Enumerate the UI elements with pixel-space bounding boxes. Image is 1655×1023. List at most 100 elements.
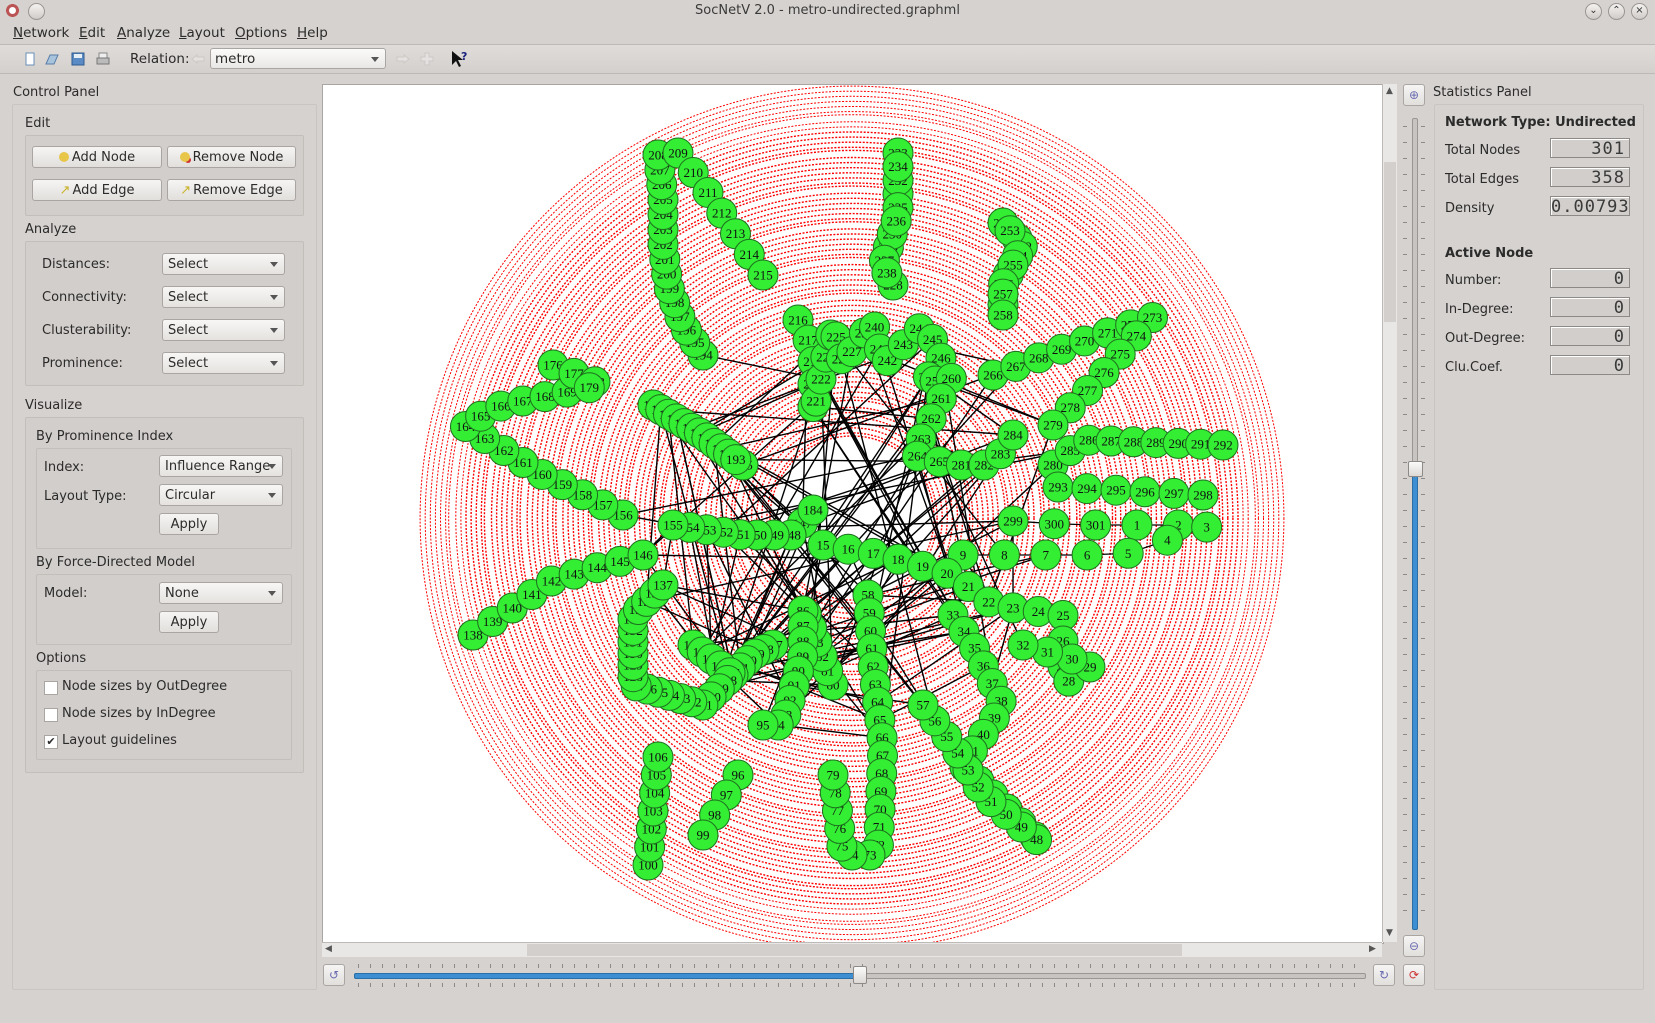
- node-label: 279: [1043, 418, 1063, 433]
- graph-node[interactable]: 258: [987, 299, 1019, 331]
- arrow-right-icon[interactable]: [395, 51, 411, 67]
- maximize-button[interactable]: ⌃: [1608, 3, 1625, 20]
- number-label: Number:: [1445, 273, 1502, 288]
- graph-node[interactable]: 6: [1071, 539, 1103, 571]
- menu-edit[interactable]: Edit: [79, 25, 105, 41]
- prominence-select[interactable]: Select: [162, 352, 285, 374]
- remove-edge-button[interactable]: ↗ Remove Edge: [167, 179, 296, 201]
- rotate-left-button[interactable]: ↺: [323, 964, 345, 986]
- print-icon[interactable]: [95, 51, 111, 67]
- graph-node[interactable]: 300: [1038, 508, 1070, 540]
- node-label: 184: [803, 503, 823, 518]
- horizontal-scrollbar[interactable]: ◀ ▶: [322, 942, 1382, 957]
- node-label: 300: [1045, 516, 1065, 531]
- graph-node[interactable]: 295: [1100, 474, 1132, 506]
- menu-options[interactable]: Options: [235, 25, 287, 41]
- graph-svg[interactable]: 1234567891516171819202122232425262728293…: [323, 85, 1383, 943]
- force-apply-button[interactable]: Apply: [159, 611, 219, 633]
- graph-node[interactable]: 298: [1187, 479, 1219, 511]
- remove-node-button[interactable]: Remove Node: [167, 146, 296, 168]
- indegree-checkbox[interactable]: [44, 708, 58, 722]
- graph-node[interactable]: 301: [1080, 509, 1112, 541]
- graph-node[interactable]: 155: [657, 509, 689, 541]
- open-folder-icon[interactable]: [44, 51, 60, 67]
- graph-canvas[interactable]: 1234567891516171819202122232425262728293…: [322, 84, 1384, 944]
- tick: [790, 983, 791, 987]
- tick: [466, 983, 467, 987]
- graph-node[interactable]: 215: [747, 259, 779, 291]
- graph-node[interactable]: 106: [642, 741, 674, 773]
- tick: [574, 964, 575, 968]
- minimize-button[interactable]: ⌄: [1585, 3, 1602, 20]
- graph-node[interactable]: 236: [880, 205, 912, 237]
- graph-node[interactable]: 146: [627, 539, 659, 571]
- graph-node[interactable]: 8: [988, 539, 1020, 571]
- graph-node[interactable]: 3: [1191, 511, 1223, 543]
- graph-node[interactable]: 7: [1030, 539, 1062, 571]
- relation-select[interactable]: metro: [210, 48, 386, 69]
- graph-node[interactable]: 137: [647, 569, 679, 601]
- connectivity-select[interactable]: Select: [162, 286, 285, 308]
- distances-select[interactable]: Select: [162, 253, 285, 275]
- graph-node[interactable]: 184: [797, 494, 829, 526]
- layout-type-select[interactable]: Circular: [159, 484, 283, 506]
- graph-node[interactable]: 284: [997, 419, 1029, 451]
- menu-analyze[interactable]: Analyze: [117, 25, 170, 41]
- node-label: 145: [610, 554, 630, 569]
- graph-node[interactable]: 279: [1037, 409, 1069, 441]
- prominence-apply-button[interactable]: Apply: [159, 513, 219, 535]
- reset-button[interactable]: ⟳: [1403, 964, 1425, 986]
- menu-help[interactable]: Help: [297, 25, 328, 41]
- graph-node[interactable]: 234: [882, 151, 914, 183]
- clusterability-select[interactable]: Select: [162, 319, 285, 341]
- vertical-scroll-thumb[interactable]: [1384, 162, 1396, 322]
- add-edge-button[interactable]: ↗ Add Edge: [32, 179, 162, 201]
- scroll-down-icon[interactable]: ▼: [1386, 928, 1393, 938]
- graph-node[interactable]: 57: [907, 689, 939, 721]
- zoom-in-button[interactable]: ⊕: [1403, 84, 1425, 106]
- graph-node[interactable]: 79: [817, 759, 849, 791]
- tick: [1102, 983, 1103, 987]
- plus-icon[interactable]: [419, 51, 435, 67]
- horizontal-scroll-thumb[interactable]: [527, 944, 1182, 956]
- layout-guidelines-checkbox[interactable]: ✔: [44, 735, 58, 749]
- graph-node[interactable]: 299: [997, 505, 1029, 537]
- new-file-icon[interactable]: [22, 51, 38, 67]
- graph-node[interactable]: 296: [1129, 476, 1161, 508]
- graph-node[interactable]: 294: [1071, 473, 1103, 505]
- model-select[interactable]: None: [159, 582, 283, 604]
- scroll-right-icon[interactable]: ▶: [1369, 944, 1376, 954]
- arrow-left-icon[interactable]: [190, 51, 206, 67]
- graph-node[interactable]: 193: [720, 444, 752, 476]
- menu-layout[interactable]: Layout: [179, 25, 225, 41]
- graph-node[interactable]: 238: [871, 257, 903, 289]
- node-label: 28: [1062, 674, 1075, 689]
- index-select[interactable]: Influence Range: [159, 455, 283, 477]
- rotation-slider-handle[interactable]: [853, 966, 867, 984]
- outdegree-checkbox[interactable]: [44, 681, 58, 695]
- rotate-right-button[interactable]: ↻: [1373, 964, 1395, 986]
- graph-node[interactable]: 95: [747, 709, 779, 741]
- graph-node[interactable]: 99: [687, 819, 719, 851]
- graph-node[interactable]: 1: [1121, 509, 1153, 541]
- graph-node[interactable]: 292: [1207, 429, 1239, 461]
- graph-node[interactable]: 179: [573, 372, 605, 404]
- close-button[interactable]: ×: [1631, 3, 1648, 20]
- density-label: Density: [1445, 201, 1495, 216]
- vertical-scrollbar[interactable]: ▲ ▼: [1382, 84, 1397, 942]
- zoom-slider-handle[interactable]: [1408, 461, 1423, 477]
- menu-network[interactable]: Network: [13, 25, 69, 41]
- graph-node[interactable]: 4: [1151, 524, 1183, 556]
- scroll-left-icon[interactable]: ◀: [325, 944, 332, 954]
- add-node-button[interactable]: Add Node: [32, 146, 162, 168]
- tick: [1421, 574, 1425, 575]
- graph-node[interactable]: 293: [1042, 471, 1074, 503]
- scroll-up-icon[interactable]: ▲: [1386, 86, 1393, 96]
- zoom-out-button[interactable]: ⊖: [1403, 935, 1425, 957]
- graph-node[interactable]: 297: [1158, 477, 1190, 509]
- save-icon[interactable]: [70, 51, 86, 67]
- graph-node[interactable]: 32: [1007, 629, 1039, 661]
- graph-node[interactable]: 5: [1112, 537, 1144, 569]
- tick: [742, 983, 743, 987]
- whats-this-icon[interactable]: ?: [450, 49, 470, 69]
